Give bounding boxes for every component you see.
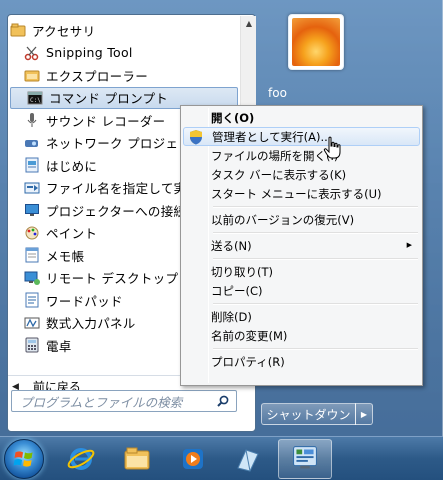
program-label: はじめに bbox=[46, 158, 98, 174]
cmd-icon: C:\ bbox=[27, 91, 43, 105]
menu-separator bbox=[213, 345, 420, 352]
hand-pointer-cursor-icon bbox=[323, 136, 341, 159]
search-placeholder: プログラムとファイルの検索 bbox=[20, 394, 183, 410]
program-label: サウンド レコーダー bbox=[46, 113, 166, 129]
scissors-icon bbox=[24, 46, 39, 60]
projector-icon bbox=[25, 204, 39, 217]
active-taskbar-button[interactable] bbox=[278, 439, 332, 479]
notepad-icon bbox=[25, 247, 39, 263]
context-menu-item[interactable]: タスク バーに表示する(K) bbox=[183, 165, 420, 184]
menu-separator bbox=[213, 229, 420, 236]
program-label: エクスプローラー bbox=[46, 68, 149, 84]
microphone-icon bbox=[27, 113, 37, 128]
context-menu-item[interactable]: プロパティ(R) bbox=[183, 352, 420, 371]
windows-logo-icon bbox=[13, 451, 33, 467]
program-label: 電卓 bbox=[46, 338, 72, 354]
context-menu-label: プロパティ(R) bbox=[211, 354, 285, 369]
folder-icon bbox=[10, 23, 26, 37]
file-explorer-folder-icon[interactable] bbox=[112, 440, 162, 478]
search-input[interactable]: プログラムとファイルの検索 bbox=[11, 390, 237, 412]
context-menu-label: スタート メニューに表示する(U) bbox=[211, 186, 382, 201]
wordpad-icon bbox=[25, 292, 39, 308]
program-label: 数式入力パネル bbox=[46, 316, 136, 332]
internet-explorer-icon[interactable] bbox=[56, 440, 106, 478]
calculator-icon bbox=[25, 337, 39, 353]
context-menu-label: 以前のバージョンの復元(V) bbox=[211, 212, 355, 227]
svg-text:C:\: C:\ bbox=[30, 97, 41, 104]
program-label: アクセサリ bbox=[32, 23, 96, 39]
program-folder-item[interactable]: アクセサリ bbox=[8, 19, 240, 42]
run-icon bbox=[24, 182, 40, 194]
context-menu-label: ファイルの場所を開く(I) bbox=[211, 148, 339, 163]
context-menu-items: 開く(O) 管理者として実行(A)... ファイルの場所を開く(I) タスク バーに表… bbox=[183, 108, 420, 371]
menu-separator bbox=[213, 203, 420, 210]
context-menu-item[interactable]: 管理者として実行(A)... bbox=[183, 127, 420, 146]
program-label: ファイル名を指定して実 bbox=[46, 181, 187, 197]
context-menu-item[interactable]: ファイルの場所を開く(I) bbox=[183, 146, 420, 165]
program-label: コマンド プロンプト bbox=[49, 91, 169, 107]
scroll-up-arrow-icon[interactable]: ▲ bbox=[241, 16, 257, 32]
program-label: Snipping Tool bbox=[46, 45, 133, 61]
shutdown-button[interactable]: シャットダウン bbox=[261, 403, 356, 425]
program-label: ペイント bbox=[46, 226, 98, 242]
program-list-item[interactable]: エクスプローラー bbox=[8, 64, 240, 87]
windows-start-orb-icon[interactable] bbox=[4, 439, 44, 479]
context-menu-item[interactable]: 切り取り(T) bbox=[183, 262, 420, 281]
user-name-link[interactable]: foo bbox=[268, 86, 287, 100]
context-menu-item[interactable]: スタート メニューに表示する(U) bbox=[183, 184, 420, 203]
program-label: ネットワーク プロジェ bbox=[46, 136, 179, 152]
context-menu-label: 名前の変更(M) bbox=[211, 328, 288, 343]
user-picture[interactable] bbox=[288, 14, 344, 70]
taskbar bbox=[0, 436, 443, 480]
network-projector-icon bbox=[25, 139, 38, 147]
context-menu-label: 送る(N) bbox=[211, 238, 252, 253]
context-menu-item[interactable]: 名前の変更(M) bbox=[183, 326, 420, 345]
program-list-item[interactable]: Snipping Tool bbox=[8, 42, 240, 65]
context-menu-label: タスク バーに表示する(K) bbox=[211, 167, 347, 182]
math-input-icon bbox=[24, 317, 40, 329]
context-menu: 開く(O) 管理者として実行(A)... ファイルの場所を開く(I) タスク バーに表… bbox=[180, 105, 423, 386]
context-menu-label: 削除(D) bbox=[211, 309, 252, 324]
context-menu-item[interactable]: 開く(O) bbox=[183, 108, 420, 127]
context-menu-item[interactable]: 削除(D) bbox=[183, 307, 420, 326]
program-label: プロジェクターへの接続 bbox=[46, 203, 187, 219]
submenu-arrow-icon: ▶ bbox=[406, 241, 412, 249]
shutdown-options-arrow-icon[interactable]: ▶ bbox=[355, 403, 373, 425]
uac-shield-icon bbox=[190, 130, 202, 145]
getting-started-icon bbox=[25, 157, 39, 173]
context-menu-item[interactable]: 送る(N) ▶ bbox=[183, 236, 420, 255]
context-menu-label: 管理者として実行(A)... bbox=[212, 129, 332, 144]
explorer-icon bbox=[24, 70, 40, 82]
program-label: メモ帳 bbox=[46, 248, 85, 264]
context-menu-label: 開く(O) bbox=[211, 110, 255, 125]
context-menu-label: 切り取り(T) bbox=[211, 264, 273, 279]
paint-icon bbox=[25, 226, 39, 240]
media-player-icon[interactable] bbox=[168, 440, 218, 478]
search-icon[interactable] bbox=[217, 395, 229, 407]
context-menu-item[interactable]: コピー(C) bbox=[183, 281, 420, 300]
program-label: ワードパッド bbox=[46, 293, 123, 309]
context-menu-label: コピー(C) bbox=[211, 283, 263, 298]
snipping-tool-taskbar-icon[interactable] bbox=[222, 440, 272, 478]
menu-separator bbox=[213, 255, 420, 262]
control-panel-icon bbox=[293, 446, 317, 469]
context-menu-item[interactable]: 以前のバージョンの復元(V) bbox=[183, 210, 420, 229]
program-label: リモート デスクトップ bbox=[46, 271, 179, 287]
menu-separator bbox=[213, 300, 420, 307]
remote-desktop-icon bbox=[24, 271, 40, 285]
flower-image-icon bbox=[292, 18, 340, 66]
